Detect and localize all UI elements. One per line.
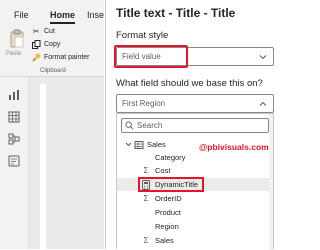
field-item[interactable]: Product bbox=[117, 206, 273, 219]
field-label: Cost bbox=[155, 166, 171, 175]
tab-insert[interactable]: Insert bbox=[87, 10, 104, 20]
field-value: First Region bbox=[122, 99, 166, 108]
scissors-icon: ✂ bbox=[32, 27, 40, 36]
dropdown-scrollbar[interactable] bbox=[269, 114, 273, 250]
clipboard-group-label: Clipboard bbox=[40, 68, 66, 74]
field-label: Sales bbox=[155, 236, 174, 245]
table-name: Sales bbox=[147, 140, 166, 149]
field-label: OrderID bbox=[155, 194, 182, 203]
field-item[interactable]: Σ Cost bbox=[117, 164, 273, 177]
format-painter-button[interactable]: Format painter bbox=[31, 53, 90, 62]
table-view-icon[interactable] bbox=[8, 111, 20, 123]
copy-label: Copy bbox=[44, 41, 61, 48]
field-label: Product bbox=[155, 208, 181, 217]
chevron-down-icon bbox=[259, 55, 267, 60]
copy-icon bbox=[31, 40, 41, 49]
paste-button-label[interactable]: Paste bbox=[6, 51, 21, 57]
format-painter-label: Format painter bbox=[44, 54, 90, 61]
table-icon bbox=[134, 141, 144, 149]
tab-file[interactable]: File bbox=[14, 10, 29, 20]
search-input[interactable]: Search bbox=[121, 118, 269, 133]
field-item[interactable]: Σ Sales bbox=[117, 234, 273, 247]
sigma-icon: Σ bbox=[143, 166, 149, 175]
dax-query-view-icon[interactable] bbox=[8, 155, 20, 167]
report-view-icon[interactable] bbox=[8, 89, 20, 101]
paintbrush-icon bbox=[31, 53, 41, 62]
chevron-down-icon bbox=[125, 142, 132, 147]
field-item[interactable]: Σ OrderID bbox=[117, 192, 273, 205]
paste-icon[interactable] bbox=[10, 29, 24, 49]
dynamic-title-highlight bbox=[138, 177, 204, 192]
field-item[interactable]: Category bbox=[117, 151, 273, 164]
tab-home[interactable]: Home bbox=[50, 10, 76, 24]
search-placeholder: Search bbox=[137, 121, 163, 130]
field-label: Category bbox=[155, 153, 186, 162]
view-sidebar bbox=[0, 77, 29, 249]
format-style-highlight bbox=[114, 45, 188, 68]
pane-title: Title text - Title - Title bbox=[116, 6, 236, 20]
ribbon: File Home Insert Paste ✂ Cut Copy Format… bbox=[0, 0, 104, 77]
field-item[interactable]: Region bbox=[117, 220, 273, 233]
field-question-label: What field should we base this on? bbox=[116, 78, 263, 89]
sigma-icon: Σ bbox=[143, 194, 149, 203]
model-view-icon[interactable] bbox=[8, 133, 20, 145]
watermark-text: @pbivisuals.com bbox=[199, 142, 269, 152]
chevron-up-icon bbox=[259, 101, 267, 106]
field-label: Region bbox=[155, 222, 179, 231]
copy-button[interactable]: Copy bbox=[31, 40, 60, 49]
field-dropdown-list: Search Sales Category Σ Cost DynamicTitl… bbox=[116, 113, 274, 250]
field-dropdown[interactable]: First Region bbox=[116, 94, 274, 113]
cut-button[interactable]: ✂ Cut bbox=[31, 27, 55, 36]
cut-label: Cut bbox=[44, 28, 55, 35]
sigma-icon: Σ bbox=[143, 236, 149, 245]
conditional-format-pane: Title text - Title - Title Format style … bbox=[105, 0, 300, 250]
format-style-label: Format style bbox=[116, 30, 169, 41]
report-page bbox=[40, 84, 46, 249]
search-icon bbox=[125, 121, 134, 130]
